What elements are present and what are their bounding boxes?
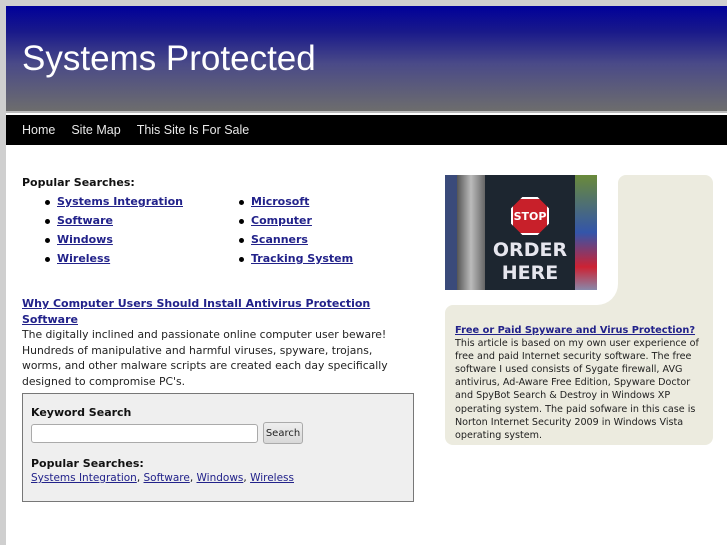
popular-link[interactable]: Computer bbox=[251, 214, 312, 227]
stop-sign-icon: STOP bbox=[511, 197, 549, 235]
popular-link[interactable]: Microsoft bbox=[251, 195, 309, 208]
header: Systems Protected bbox=[6, 6, 727, 113]
popular-link[interactable]: Scanners bbox=[251, 233, 308, 246]
keyword-search-box: Keyword Search Search Popular Searches: … bbox=[22, 393, 414, 502]
panel-curve bbox=[597, 275, 618, 305]
popular-list-2: Microsoft Computer Scanners Tracking Sys… bbox=[238, 195, 353, 271]
list-item: Wireless bbox=[45, 252, 183, 271]
popular-list-1: Systems Integration Software Windows Wir… bbox=[45, 195, 183, 271]
order-here-text: ORDER HERE bbox=[492, 239, 568, 284]
popular-link[interactable]: Software bbox=[144, 472, 190, 484]
popular-link[interactable]: Systems Integration bbox=[31, 472, 137, 484]
search-button[interactable]: Search bbox=[263, 422, 303, 444]
order-here-banner[interactable]: STOP ORDER HERE bbox=[445, 175, 597, 290]
article-body: The digitally inclined and passionate on… bbox=[22, 328, 388, 388]
list-item: Tracking System bbox=[238, 252, 353, 271]
sidebar-article-link[interactable]: Free or Paid Spyware and Virus Protectio… bbox=[455, 325, 695, 336]
popular-link[interactable]: Software bbox=[57, 214, 113, 227]
list-item: Microsoft bbox=[238, 195, 353, 214]
popular-searches-label: Popular Searches: bbox=[22, 176, 135, 189]
list-item: Scanners bbox=[238, 233, 353, 252]
popular-searches-label: Popular Searches: bbox=[31, 457, 144, 470]
nav-home[interactable]: Home bbox=[22, 123, 55, 137]
popular-link[interactable]: Windows bbox=[197, 472, 244, 484]
keyword-search-label: Keyword Search bbox=[31, 406, 132, 419]
popular-link[interactable]: Wireless bbox=[250, 472, 294, 484]
popular-link[interactable]: Systems Integration bbox=[57, 195, 183, 208]
article: Why Computer Users Should Install Antivi… bbox=[22, 296, 412, 390]
sidebar-panel-top bbox=[618, 175, 713, 315]
nav-for-sale[interactable]: This Site Is For Sale bbox=[137, 123, 250, 137]
list-item: Systems Integration bbox=[45, 195, 183, 214]
popular-link[interactable]: Tracking System bbox=[251, 252, 353, 265]
light-pole bbox=[457, 175, 485, 290]
list-item: Software bbox=[45, 214, 183, 233]
sidebar-article-body: This article is based on my own user exp… bbox=[455, 338, 699, 441]
list-item: Computer bbox=[238, 214, 353, 233]
list-item: Windows bbox=[45, 233, 183, 252]
page: Systems Protected Home Site Map This Sit… bbox=[6, 6, 727, 545]
nav-site-map[interactable]: Site Map bbox=[71, 123, 120, 137]
popular-links: Systems Integration, Software, Windows, … bbox=[31, 472, 294, 484]
nav-bar: Home Site Map This Site Is For Sale bbox=[6, 115, 727, 145]
article-title-link[interactable]: Why Computer Users Should Install Antivi… bbox=[22, 297, 370, 326]
sidebar-panel: Free or Paid Spyware and Virus Protectio… bbox=[445, 305, 713, 445]
site-title[interactable]: Systems Protected bbox=[22, 39, 316, 79]
popular-link[interactable]: Wireless bbox=[57, 252, 110, 265]
popular-link[interactable]: Windows bbox=[57, 233, 113, 246]
search-input[interactable] bbox=[31, 424, 258, 443]
